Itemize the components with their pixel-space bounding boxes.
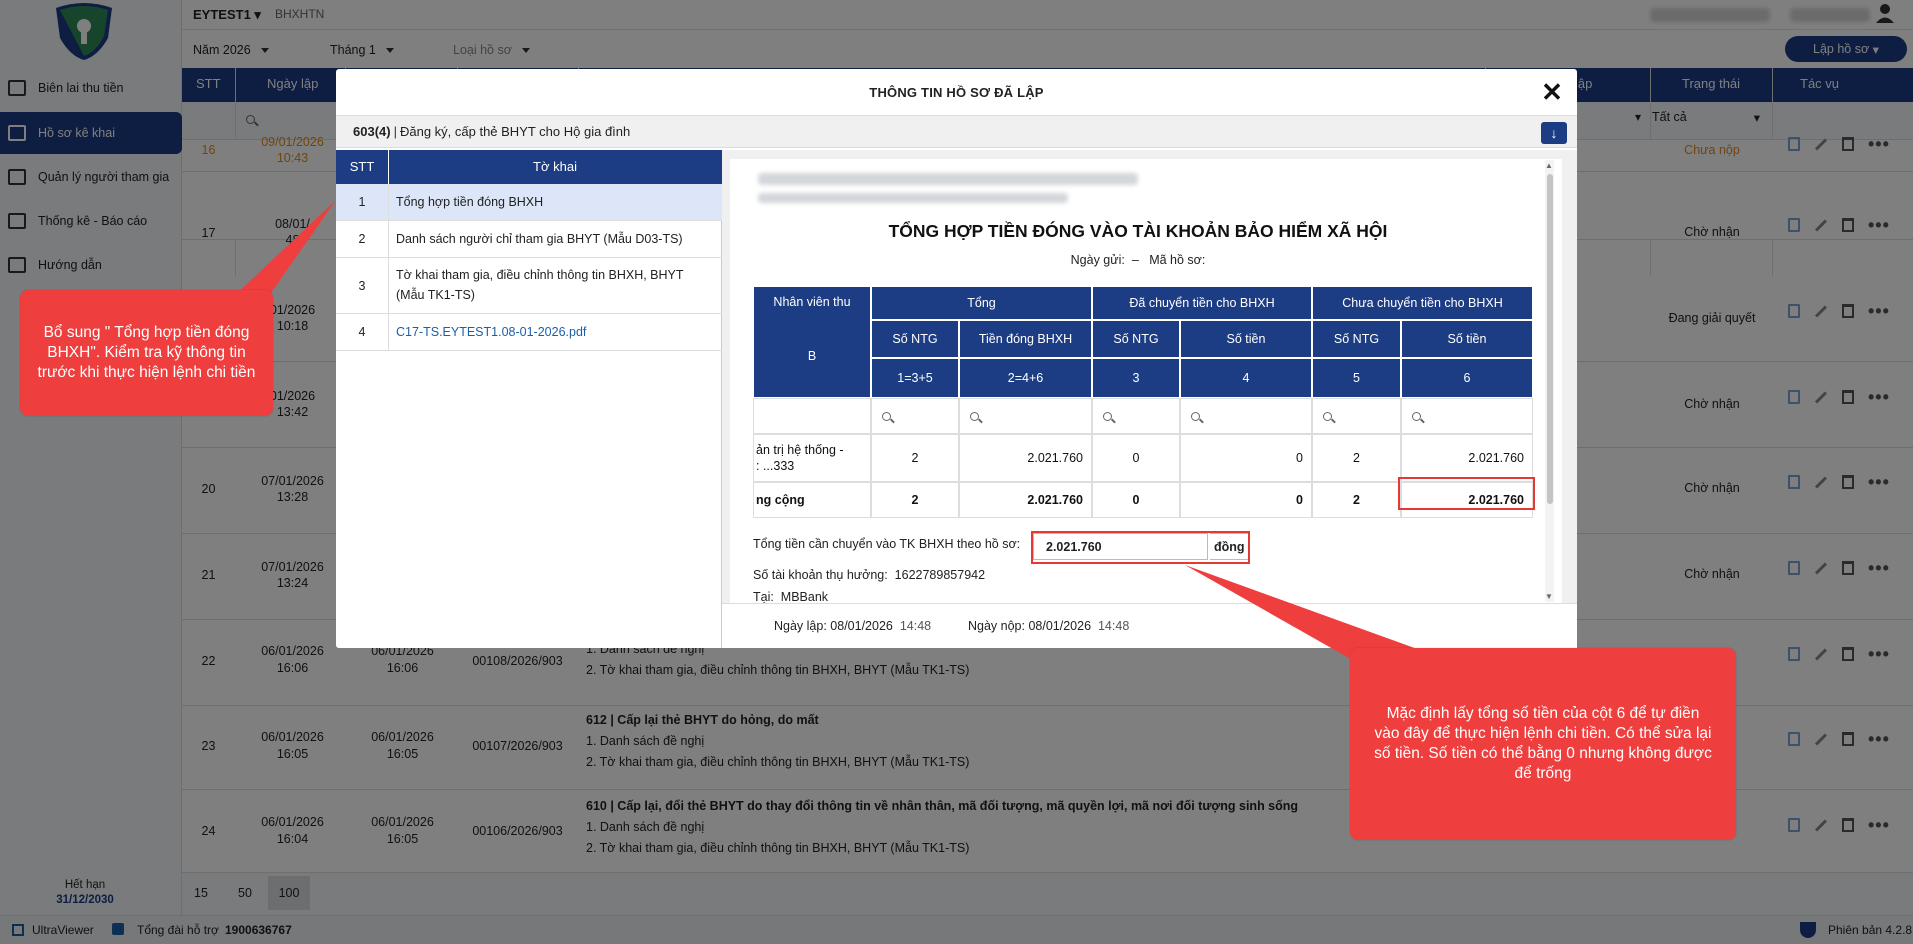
callout-left: Bổ sung " Tổng hợp tiền đóng BHXH". Kiểm… — [20, 290, 273, 416]
callout-right: Mặc định lấy tổng số tiền của cột 6 để t… — [1350, 648, 1736, 840]
